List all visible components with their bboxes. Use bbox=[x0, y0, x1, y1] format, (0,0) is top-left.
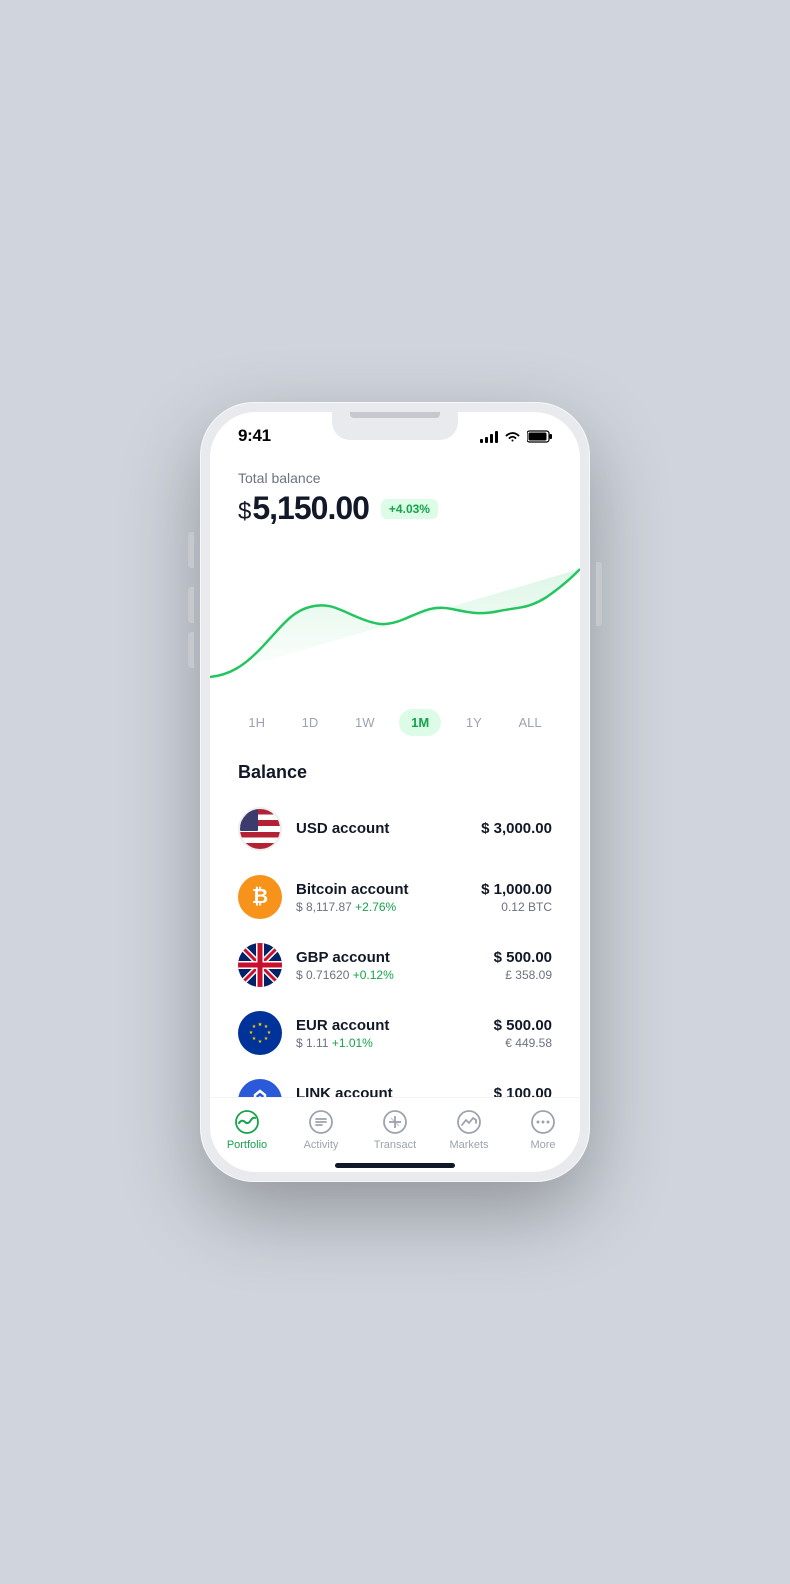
wifi-icon bbox=[504, 430, 521, 443]
svg-text:★: ★ bbox=[258, 1022, 263, 1028]
svg-text:★: ★ bbox=[252, 1036, 257, 1042]
svg-text:★: ★ bbox=[258, 1039, 263, 1045]
gbp-amounts: $ 500.00 £ 358.09 bbox=[494, 949, 552, 982]
account-row-gbp[interactable]: GBP account $ 0.71620 +0.12% $ 500.00 £ … bbox=[210, 931, 580, 999]
eur-amounts: $ 500.00 € 449.58 bbox=[494, 1017, 552, 1050]
markets-icon bbox=[455, 1108, 483, 1136]
gbp-name: GBP account bbox=[296, 949, 494, 966]
usd-amounts: $ 3,000.00 bbox=[481, 820, 552, 839]
more-label: More bbox=[530, 1139, 555, 1151]
btc-usd: $ 1,000.00 bbox=[481, 881, 552, 898]
btc-sub: $ 8,117.87 +2.76% bbox=[296, 900, 481, 914]
eur-usd: $ 500.00 bbox=[494, 1017, 552, 1034]
notch-pill bbox=[350, 412, 440, 418]
eur-info: EUR account $ 1.11 +1.01% bbox=[296, 1017, 494, 1050]
nav-markets[interactable]: Markets bbox=[439, 1108, 499, 1151]
btc-name: Bitcoin account bbox=[296, 881, 481, 898]
markets-label: Markets bbox=[449, 1139, 488, 1151]
link-amounts: $ 100.00 37.03 LINK bbox=[492, 1085, 552, 1098]
total-amount: $5,150.00 bbox=[238, 490, 369, 527]
portfolio-icon bbox=[233, 1108, 261, 1136]
more-icon bbox=[529, 1108, 557, 1136]
activity-icon bbox=[307, 1108, 335, 1136]
link-info: LINK account $ 2.70 -0.02% bbox=[296, 1085, 492, 1098]
battery-icon bbox=[527, 430, 552, 443]
btc-native: 0.12 BTC bbox=[481, 900, 552, 914]
gbp-sub: $ 0.71620 +0.12% bbox=[296, 968, 494, 982]
portfolio-label: Portfolio bbox=[227, 1139, 267, 1151]
eur-icon: ★ ★ ★ ★ ★ ★ ★ ★ ★ bbox=[238, 1011, 282, 1055]
bottom-nav: Portfolio Activity bbox=[210, 1097, 580, 1157]
home-indicator bbox=[335, 1163, 455, 1168]
change-badge: +4.03% bbox=[381, 499, 438, 519]
price-chart bbox=[210, 537, 580, 697]
notch bbox=[332, 412, 458, 440]
account-row-eur[interactable]: ★ ★ ★ ★ ★ ★ ★ ★ ★ EUR account $ 1.11 +1.… bbox=[210, 999, 580, 1067]
filter-1y[interactable]: 1Y bbox=[454, 709, 494, 736]
eur-name: EUR account bbox=[296, 1017, 494, 1034]
btc-amounts: $ 1,000.00 0.12 BTC bbox=[481, 881, 552, 914]
activity-label: Activity bbox=[304, 1139, 339, 1151]
account-row-link[interactable]: LINK account $ 2.70 -0.02% $ 100.00 37.0… bbox=[210, 1067, 580, 1097]
signal-icon bbox=[480, 430, 498, 443]
filter-all[interactable]: ALL bbox=[507, 709, 554, 736]
usd-name: USD account bbox=[296, 820, 481, 837]
filter-1d[interactable]: 1D bbox=[290, 709, 331, 736]
chart-area bbox=[210, 537, 580, 697]
nav-more[interactable]: More bbox=[513, 1108, 573, 1151]
status-time: 9:41 bbox=[238, 426, 271, 446]
usd-info: USD account bbox=[296, 820, 481, 839]
nav-portfolio[interactable]: Portfolio bbox=[217, 1108, 277, 1151]
svg-text:★: ★ bbox=[264, 1036, 269, 1042]
transact-label: Transact bbox=[374, 1139, 416, 1151]
time-filters: 1H 1D 1W 1M 1Y ALL bbox=[210, 697, 580, 748]
transact-icon bbox=[381, 1108, 409, 1136]
filter-1h[interactable]: 1H bbox=[236, 709, 277, 736]
filter-1w[interactable]: 1W bbox=[343, 709, 387, 736]
gbp-icon bbox=[238, 943, 282, 987]
total-label: Total balance bbox=[238, 470, 552, 486]
usd-icon bbox=[238, 807, 282, 851]
eur-native: € 449.58 bbox=[494, 1036, 552, 1050]
link-icon bbox=[238, 1079, 282, 1097]
header-area: Total balance $5,150.00 +4.03% bbox=[210, 450, 580, 537]
link-usd: $ 100.00 bbox=[492, 1085, 552, 1098]
usd-amount: $ 3,000.00 bbox=[481, 820, 552, 837]
btc-info: Bitcoin account $ 8,117.87 +2.76% bbox=[296, 881, 481, 914]
link-name: LINK account bbox=[296, 1085, 492, 1098]
filter-1m[interactable]: 1M bbox=[399, 709, 441, 736]
nav-transact[interactable]: Transact bbox=[365, 1108, 425, 1151]
balance-section-title: Balance bbox=[210, 754, 580, 795]
svg-text:★: ★ bbox=[249, 1030, 254, 1036]
total-balance-row: $5,150.00 +4.03% bbox=[238, 490, 552, 527]
account-row-usd[interactable]: USD account $ 3,000.00 bbox=[210, 795, 580, 863]
btc-icon: ₿ bbox=[238, 875, 282, 919]
eur-sub: $ 1.11 +1.01% bbox=[296, 1036, 494, 1050]
gbp-info: GBP account $ 0.71620 +0.12% bbox=[296, 949, 494, 982]
gbp-usd: $ 500.00 bbox=[494, 949, 552, 966]
dollar-sign: $ bbox=[238, 498, 250, 525]
status-icons bbox=[480, 430, 552, 443]
svg-text:★: ★ bbox=[252, 1024, 257, 1030]
gbp-native: £ 358.09 bbox=[494, 968, 552, 982]
nav-activity[interactable]: Activity bbox=[291, 1108, 351, 1151]
account-row-btc[interactable]: ₿ Bitcoin account $ 8,117.87 +2.76% $ 1,… bbox=[210, 863, 580, 931]
scroll-content[interactable]: Total balance $5,150.00 +4.03% bbox=[210, 450, 580, 1097]
